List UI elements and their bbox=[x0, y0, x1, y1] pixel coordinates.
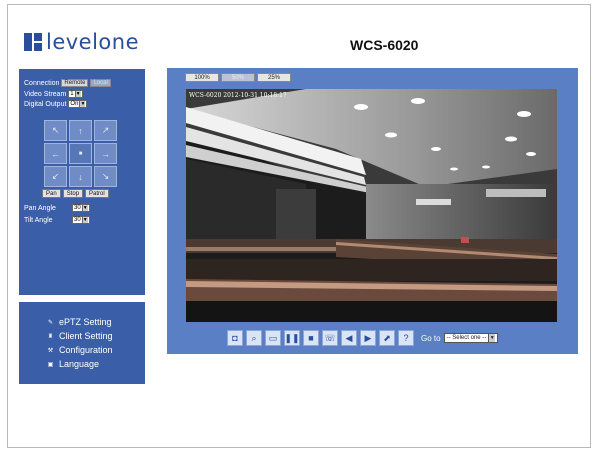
video-toolbar: ◘ ⌕ ▭ ❚❚ ■ ☏ ◀ ▶ ⬈ ? Go to -- Select one… bbox=[227, 330, 499, 346]
video-stream-label: Video Stream bbox=[24, 90, 67, 98]
chevron-down-icon: ▼ bbox=[74, 91, 81, 97]
zoom-25-button[interactable]: 25% bbox=[257, 73, 291, 82]
arrow-right-icon[interactable]: → bbox=[94, 143, 117, 164]
camera-timestamp-overlay: WCS-6020 2012-10-31 10:18:17 bbox=[189, 92, 287, 99]
chevron-down-icon: ▼ bbox=[79, 101, 86, 107]
menu-item-client[interactable]: ♜ Client Setting bbox=[47, 331, 113, 341]
arrow-down-icon[interactable]: ↓ bbox=[69, 166, 92, 187]
output-icon[interactable]: ⬈ bbox=[379, 330, 395, 346]
chevron-down-icon: ▼ bbox=[488, 334, 496, 342]
speaker-icon[interactable]: ◀ bbox=[341, 330, 357, 346]
chevron-down-icon: ▼ bbox=[81, 205, 88, 211]
arrow-up-right-icon[interactable]: ↗ bbox=[94, 120, 117, 141]
logo-mark-icon bbox=[24, 33, 42, 51]
menu-item-label: ePTZ Setting bbox=[59, 317, 112, 327]
live-video-feed[interactable]: WCS-6020 2012-10-31 10:18:17 bbox=[186, 89, 557, 322]
page-title: WCS-6020 bbox=[350, 37, 419, 53]
digital-output-label: Digital Output bbox=[24, 100, 67, 108]
wrench-icon: ⚒ bbox=[47, 347, 54, 354]
menu-item-label: Configuration bbox=[59, 345, 113, 355]
video-panel: 100% 50% 25% WCS-6020 2012-10-31 10:18:1… bbox=[167, 68, 578, 354]
video-stream-select[interactable]: 1 ▼ bbox=[68, 90, 83, 98]
menu-item-configuration[interactable]: ⚒ Configuration bbox=[47, 345, 113, 355]
menu-item-language[interactable]: ▣ Language bbox=[47, 359, 99, 369]
connection-local-button[interactable]: Local bbox=[90, 79, 111, 87]
logo-text: levelone bbox=[46, 30, 140, 54]
magnifier-icon[interactable]: ⌕ bbox=[246, 330, 262, 346]
tilt-angle-select[interactable]: 30 ▼ bbox=[72, 216, 90, 224]
menu-item-eptz[interactable]: ✎ ePTZ Setting bbox=[47, 317, 112, 327]
zoom-bar: 100% 50% 25% bbox=[185, 73, 291, 82]
pan-angle-label: Pan Angle bbox=[24, 204, 56, 212]
brand-logo: levelone bbox=[24, 30, 139, 54]
pan-angle-value: 30 bbox=[74, 204, 81, 211]
menu-item-label: Language bbox=[59, 359, 100, 369]
digital-output-select[interactable]: On ▼ bbox=[68, 100, 88, 108]
pan-button[interactable]: Pan bbox=[42, 189, 61, 198]
camera-icon[interactable]: ◘ bbox=[227, 330, 243, 346]
video-stream-row: Video Stream 1 ▼ bbox=[24, 90, 83, 98]
help-icon[interactable]: ? bbox=[398, 330, 414, 346]
pause-icon[interactable]: ❚❚ bbox=[284, 330, 300, 346]
control-panel: Connection Remote Local Video Stream 1 ▼… bbox=[19, 69, 145, 295]
arrow-left-icon[interactable]: ← bbox=[44, 143, 67, 164]
pan-angle-row: Pan Angle 30 ▼ bbox=[24, 204, 90, 212]
patrol-button[interactable]: Patrol bbox=[85, 189, 109, 198]
stop-button[interactable]: Stop bbox=[62, 189, 84, 198]
arrow-up-left-icon[interactable]: ↖ bbox=[44, 120, 67, 141]
client-icon: ♜ bbox=[47, 333, 54, 340]
tilt-angle-row: Tilt Angle 30 ▼ bbox=[24, 216, 90, 224]
home-icon[interactable]: ■ bbox=[69, 143, 92, 164]
ptz-buttons: Pan Stop Patrol bbox=[42, 189, 109, 198]
arrow-down-left-icon[interactable]: ↙ bbox=[44, 166, 67, 187]
eptz-icon: ✎ bbox=[47, 319, 54, 326]
language-icon: ▣ bbox=[47, 361, 54, 368]
goto-select[interactable]: -- Select one -- ▼ bbox=[443, 333, 499, 343]
talk-icon[interactable]: ☏ bbox=[322, 330, 338, 346]
menu-item-label: Client Setting bbox=[59, 331, 113, 341]
ptz-direction-pad: ↖ ↑ ↗ ← ■ → ↙ ↓ ↘ bbox=[44, 120, 117, 187]
settings-menu: ✎ ePTZ Setting ♜ Client Setting ⚒ Config… bbox=[19, 302, 145, 384]
arrow-up-icon[interactable]: ↑ bbox=[69, 120, 92, 141]
connection-remote-button[interactable]: Remote bbox=[61, 79, 89, 87]
arrow-down-right-icon[interactable]: ↘ bbox=[94, 166, 117, 187]
fullscreen-icon[interactable]: ▭ bbox=[265, 330, 281, 346]
goto-label: Go to bbox=[421, 333, 441, 343]
connection-label: Connection bbox=[24, 79, 60, 87]
zoom-100-button[interactable]: 100% bbox=[185, 73, 219, 82]
digital-output-value: On bbox=[70, 100, 79, 107]
pan-angle-select[interactable]: 30 ▼ bbox=[72, 204, 90, 212]
tilt-angle-value: 30 bbox=[74, 216, 81, 223]
record-icon[interactable]: ▶ bbox=[360, 330, 376, 346]
goto-value: -- Select one -- bbox=[446, 334, 487, 341]
chevron-down-icon: ▼ bbox=[81, 217, 88, 223]
connection-row: Connection Remote Local bbox=[24, 79, 111, 87]
digital-output-row: Digital Output On ▼ bbox=[24, 100, 88, 108]
zoom-50-button[interactable]: 50% bbox=[221, 73, 255, 82]
video-stream-value: 1 bbox=[70, 90, 74, 97]
tilt-angle-label: Tilt Angle bbox=[24, 216, 53, 224]
stop-icon[interactable]: ■ bbox=[303, 330, 319, 346]
office-camera-image bbox=[186, 89, 557, 322]
